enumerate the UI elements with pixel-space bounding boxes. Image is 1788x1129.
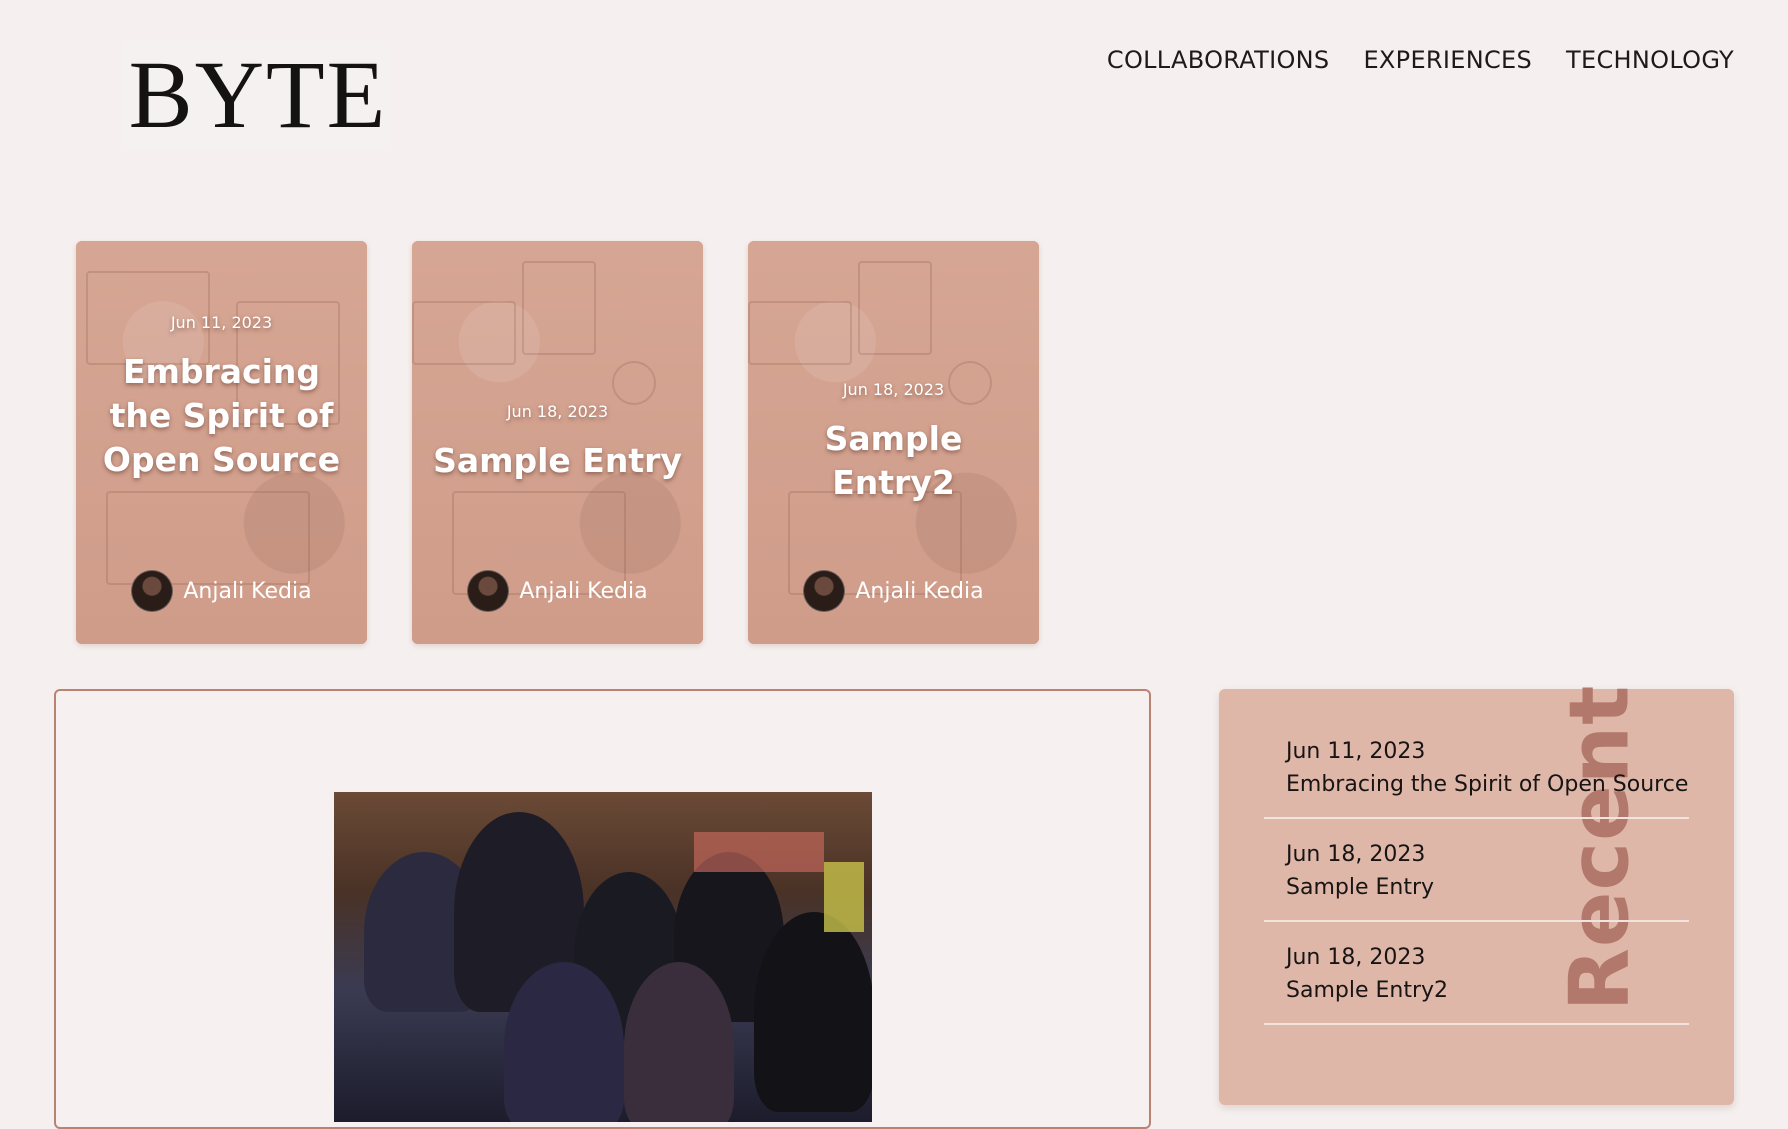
featured-photo bbox=[334, 792, 872, 1122]
recent-item-title: Sample Entry2 bbox=[1286, 978, 1449, 1003]
nav-technology[interactable]: TECHNOLOGY bbox=[1566, 46, 1734, 74]
site-logo[interactable]: BYTE bbox=[122, 40, 390, 150]
recent-item-date: Jun 11, 2023 bbox=[1286, 739, 1426, 764]
recent-item[interactable]: Jun 11, 2023 Embracing the Spirit of Ope… bbox=[1264, 735, 1689, 819]
card-author: Anjali Kedia bbox=[748, 570, 1039, 612]
card-author: Anjali Kedia bbox=[412, 570, 703, 612]
card-title: Sample Entry bbox=[433, 441, 682, 480]
recent-posts-panel: Recent Jun 11, 2023 Embracing the Spirit… bbox=[1219, 685, 1734, 1105]
recent-item-title: Embracing the Spirit of Open Source bbox=[1286, 772, 1689, 797]
nav-experiences[interactable]: EXPERIENCES bbox=[1363, 46, 1532, 74]
recent-item[interactable]: Jun 18, 2023 Sample Entry bbox=[1264, 838, 1689, 922]
main-nav: COLLABORATIONS EXPERIENCES TECHNOLOGY bbox=[1107, 46, 1734, 74]
card-date: Jun 11, 2023 bbox=[170, 313, 273, 332]
avatar bbox=[467, 570, 510, 612]
post-card-2[interactable]: Jun 18, 2023 Sample Entry Anjali Kedia bbox=[412, 241, 703, 644]
avatar bbox=[803, 570, 846, 612]
author-name: Anjali Kedia bbox=[855, 578, 984, 604]
recent-list: Jun 11, 2023 Embracing the Spirit of Ope… bbox=[1264, 735, 1689, 1044]
card-date: Jun 18, 2023 bbox=[842, 380, 945, 399]
recent-item-date: Jun 18, 2023 bbox=[1286, 842, 1426, 867]
post-card-3[interactable]: Jun 18, 2023 Sample Entry2 Anjali Kedia bbox=[748, 241, 1039, 644]
author-name: Anjali Kedia bbox=[183, 578, 312, 604]
nav-collaborations[interactable]: COLLABORATIONS bbox=[1107, 46, 1330, 74]
post-card-1[interactable]: Jun 11, 2023 Embracing the Spirit of Ope… bbox=[76, 241, 367, 644]
author-name: Anjali Kedia bbox=[519, 578, 648, 604]
card-title: Sample Entry2 bbox=[824, 419, 963, 502]
recent-item-date: Jun 18, 2023 bbox=[1286, 945, 1426, 970]
card-date: Jun 18, 2023 bbox=[506, 402, 609, 421]
avatar bbox=[131, 570, 174, 612]
recent-item[interactable]: Jun 18, 2023 Sample Entry2 bbox=[1264, 941, 1689, 1025]
card-author: Anjali Kedia bbox=[76, 570, 367, 612]
card-title: Embracing the Spirit of Open Source bbox=[102, 352, 341, 479]
recent-item-title: Sample Entry bbox=[1286, 875, 1435, 900]
logo-text: BYTE bbox=[128, 41, 388, 148]
